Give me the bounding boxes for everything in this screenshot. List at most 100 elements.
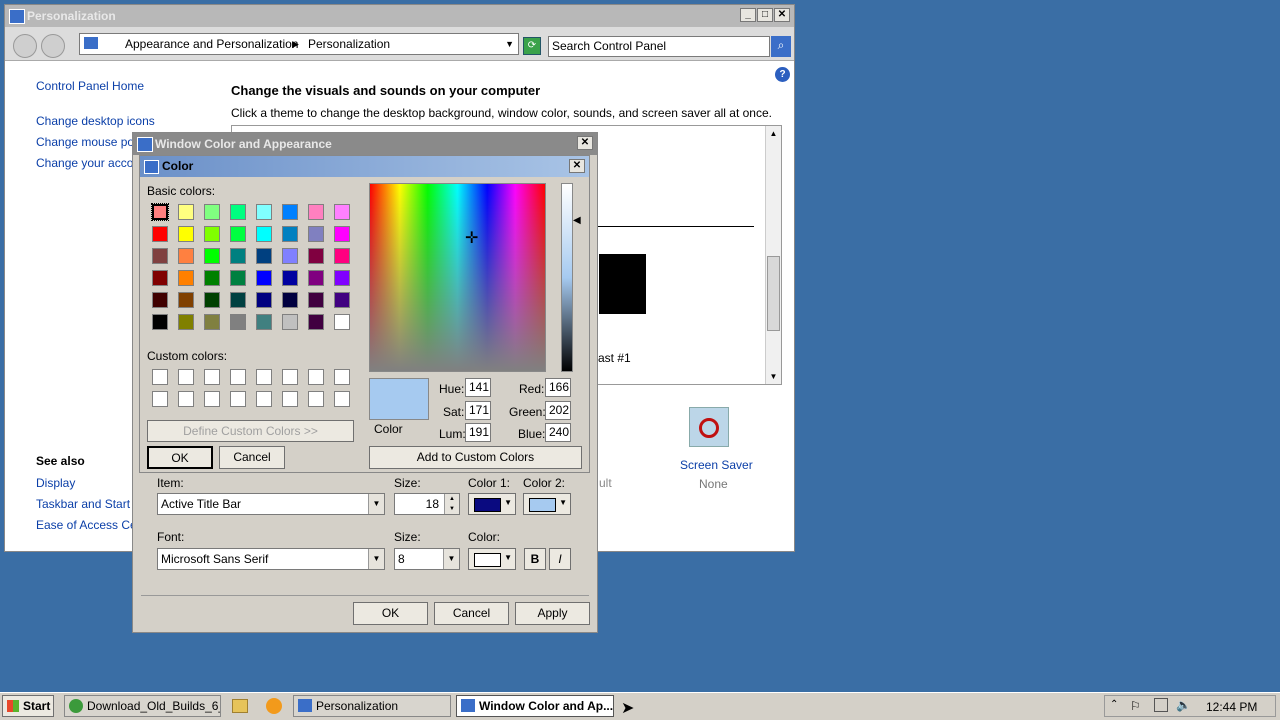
close-button[interactable]: ✕ <box>774 8 790 22</box>
wca-titlebar[interactable]: Window Color and Appearance <box>133 133 597 155</box>
basic-color-swatch[interactable] <box>178 204 194 220</box>
custom-color-swatch[interactable] <box>282 391 298 407</box>
custom-color-swatch[interactable] <box>152 391 168 407</box>
color-spectrum[interactable]: ✛ <box>369 183 546 372</box>
basic-color-swatch[interactable] <box>308 270 324 286</box>
wca-ok-button[interactable]: OK <box>353 602 428 625</box>
basic-color-swatch[interactable] <box>282 204 298 220</box>
sat-input[interactable]: 171 <box>465 401 491 420</box>
basic-color-swatch[interactable] <box>178 226 194 242</box>
basic-color-swatch[interactable] <box>334 226 350 242</box>
basic-color-swatch[interactable] <box>152 270 168 286</box>
basic-color-swatch[interactable] <box>256 248 272 264</box>
basic-color-swatch[interactable] <box>204 248 220 264</box>
minimize-button[interactable]: _ <box>740 8 756 22</box>
basic-color-swatch[interactable] <box>282 292 298 308</box>
address-field[interactable]: Appearance and Personalization ▶ Persona… <box>79 33 519 55</box>
basic-color-swatch[interactable] <box>308 204 324 220</box>
basic-color-swatch[interactable] <box>230 270 246 286</box>
volume-icon[interactable]: 🔈 <box>1176 698 1191 712</box>
red-input[interactable]: 166 <box>545 378 571 397</box>
item-size-stepper[interactable]: 18 ▲ ▼ <box>394 493 460 515</box>
basic-color-swatch[interactable] <box>256 270 272 286</box>
search-input[interactable]: Search Control Panel <box>548 36 770 57</box>
basic-color-swatch[interactable] <box>204 292 220 308</box>
basic-color-swatch[interactable] <box>230 226 246 242</box>
custom-color-swatch[interactable] <box>178 369 194 385</box>
network-icon[interactable] <box>1154 698 1168 712</box>
media-player-icon[interactable] <box>266 698 282 714</box>
custom-color-swatch[interactable] <box>178 391 194 407</box>
sidebar-link-account-picture[interactable]: Change your accou <box>36 156 140 170</box>
custom-color-swatch[interactable] <box>230 369 246 385</box>
custom-color-swatch[interactable] <box>256 369 272 385</box>
custom-color-swatch[interactable] <box>308 369 324 385</box>
see-also-taskbar-link[interactable]: Taskbar and Start M <box>36 497 143 511</box>
maximize-button[interactable]: □ <box>757 8 773 22</box>
screensaver-icon[interactable] <box>689 407 729 447</box>
start-button[interactable]: Start <box>2 695 54 717</box>
clock[interactable]: 12:44 PM <box>1206 700 1257 714</box>
color-cancel-button[interactable]: Cancel <box>219 446 285 469</box>
taskbar-item-browser[interactable]: Download_Old_Builds_6_... <box>64 695 221 717</box>
basic-color-swatch[interactable] <box>282 314 298 330</box>
basic-color-swatch[interactable] <box>204 226 220 242</box>
basic-color-swatch[interactable] <box>334 292 350 308</box>
basic-color-swatch[interactable] <box>282 226 298 242</box>
basic-color-swatch[interactable] <box>178 248 194 264</box>
refresh-button[interactable]: ⟳ <box>523 37 541 55</box>
scroll-thumb[interactable] <box>767 256 780 331</box>
search-icon[interactable]: ⌕ <box>771 36 791 57</box>
forward-button[interactable] <box>41 34 65 58</box>
custom-color-swatch[interactable] <box>204 391 220 407</box>
basic-color-swatch[interactable] <box>230 248 246 264</box>
action-center-flag-icon[interactable]: ⚐ <box>1130 699 1141 713</box>
wca-close-button[interactable]: ✕ <box>577 136 593 150</box>
blue-input[interactable]: 240 <box>545 423 571 442</box>
basic-color-swatch[interactable] <box>204 270 220 286</box>
color2-picker[interactable]: ▼ <box>523 493 571 515</box>
breadcrumb-item[interactable]: Personalization <box>308 34 390 54</box>
green-input[interactable]: 202 <box>545 401 571 420</box>
basic-color-swatch[interactable] <box>308 226 324 242</box>
basic-color-swatch[interactable] <box>308 314 324 330</box>
spinner-arrows-icon[interactable]: ▲ ▼ <box>444 494 459 514</box>
basic-color-swatch[interactable] <box>282 270 298 286</box>
basic-color-swatch[interactable] <box>256 314 272 330</box>
basic-color-swatch[interactable] <box>308 292 324 308</box>
basic-color-swatch[interactable] <box>230 204 246 220</box>
tray-expand-icon[interactable]: ⌃ <box>1110 699 1118 710</box>
basic-color-swatch[interactable] <box>178 314 194 330</box>
basic-color-swatch[interactable] <box>256 226 272 242</box>
sidebar-link-desktop-icons[interactable]: Change desktop icons <box>36 114 155 128</box>
wca-apply-button[interactable]: Apply <box>515 602 590 625</box>
basic-color-swatch[interactable] <box>334 204 350 220</box>
custom-color-swatch[interactable] <box>152 369 168 385</box>
color-dialog-close-button[interactable]: ✕ <box>569 159 585 173</box>
custom-color-swatch[interactable] <box>256 391 272 407</box>
chevron-down-icon[interactable]: ▼ <box>505 34 514 54</box>
see-also-display-link[interactable]: Display <box>36 476 75 490</box>
custom-color-swatch[interactable] <box>282 369 298 385</box>
basic-color-swatch[interactable] <box>256 292 272 308</box>
breadcrumb-item[interactable]: Appearance and Personalization <box>125 34 298 54</box>
basic-color-swatch[interactable] <box>151 203 169 221</box>
font-color-picker[interactable]: ▼ <box>468 548 516 570</box>
basic-color-swatch[interactable] <box>204 204 220 220</box>
screensaver-link[interactable]: Screen Saver <box>680 458 753 472</box>
item-select[interactable]: Active Title Bar ▼ <box>157 493 385 515</box>
italic-toggle[interactable]: I <box>549 548 571 570</box>
taskbar-item-window-color[interactable]: Window Color and Ap... <box>456 695 614 717</box>
add-to-custom-colors-button[interactable]: Add to Custom Colors <box>369 446 582 469</box>
basic-color-swatch[interactable] <box>282 248 298 264</box>
scroll-up-button[interactable]: ▲ <box>766 126 781 141</box>
basic-color-swatch[interactable] <box>178 292 194 308</box>
basic-color-swatch[interactable] <box>178 270 194 286</box>
scrollbar[interactable]: ▲ ▼ <box>765 126 781 384</box>
lum-input[interactable]: 191 <box>465 423 491 442</box>
basic-color-swatch[interactable] <box>308 248 324 264</box>
hue-input[interactable]: 141 <box>465 378 491 397</box>
basic-color-swatch[interactable] <box>152 314 168 330</box>
font-size-select[interactable]: 8 ▼ <box>394 548 460 570</box>
basic-color-swatch[interactable] <box>152 292 168 308</box>
